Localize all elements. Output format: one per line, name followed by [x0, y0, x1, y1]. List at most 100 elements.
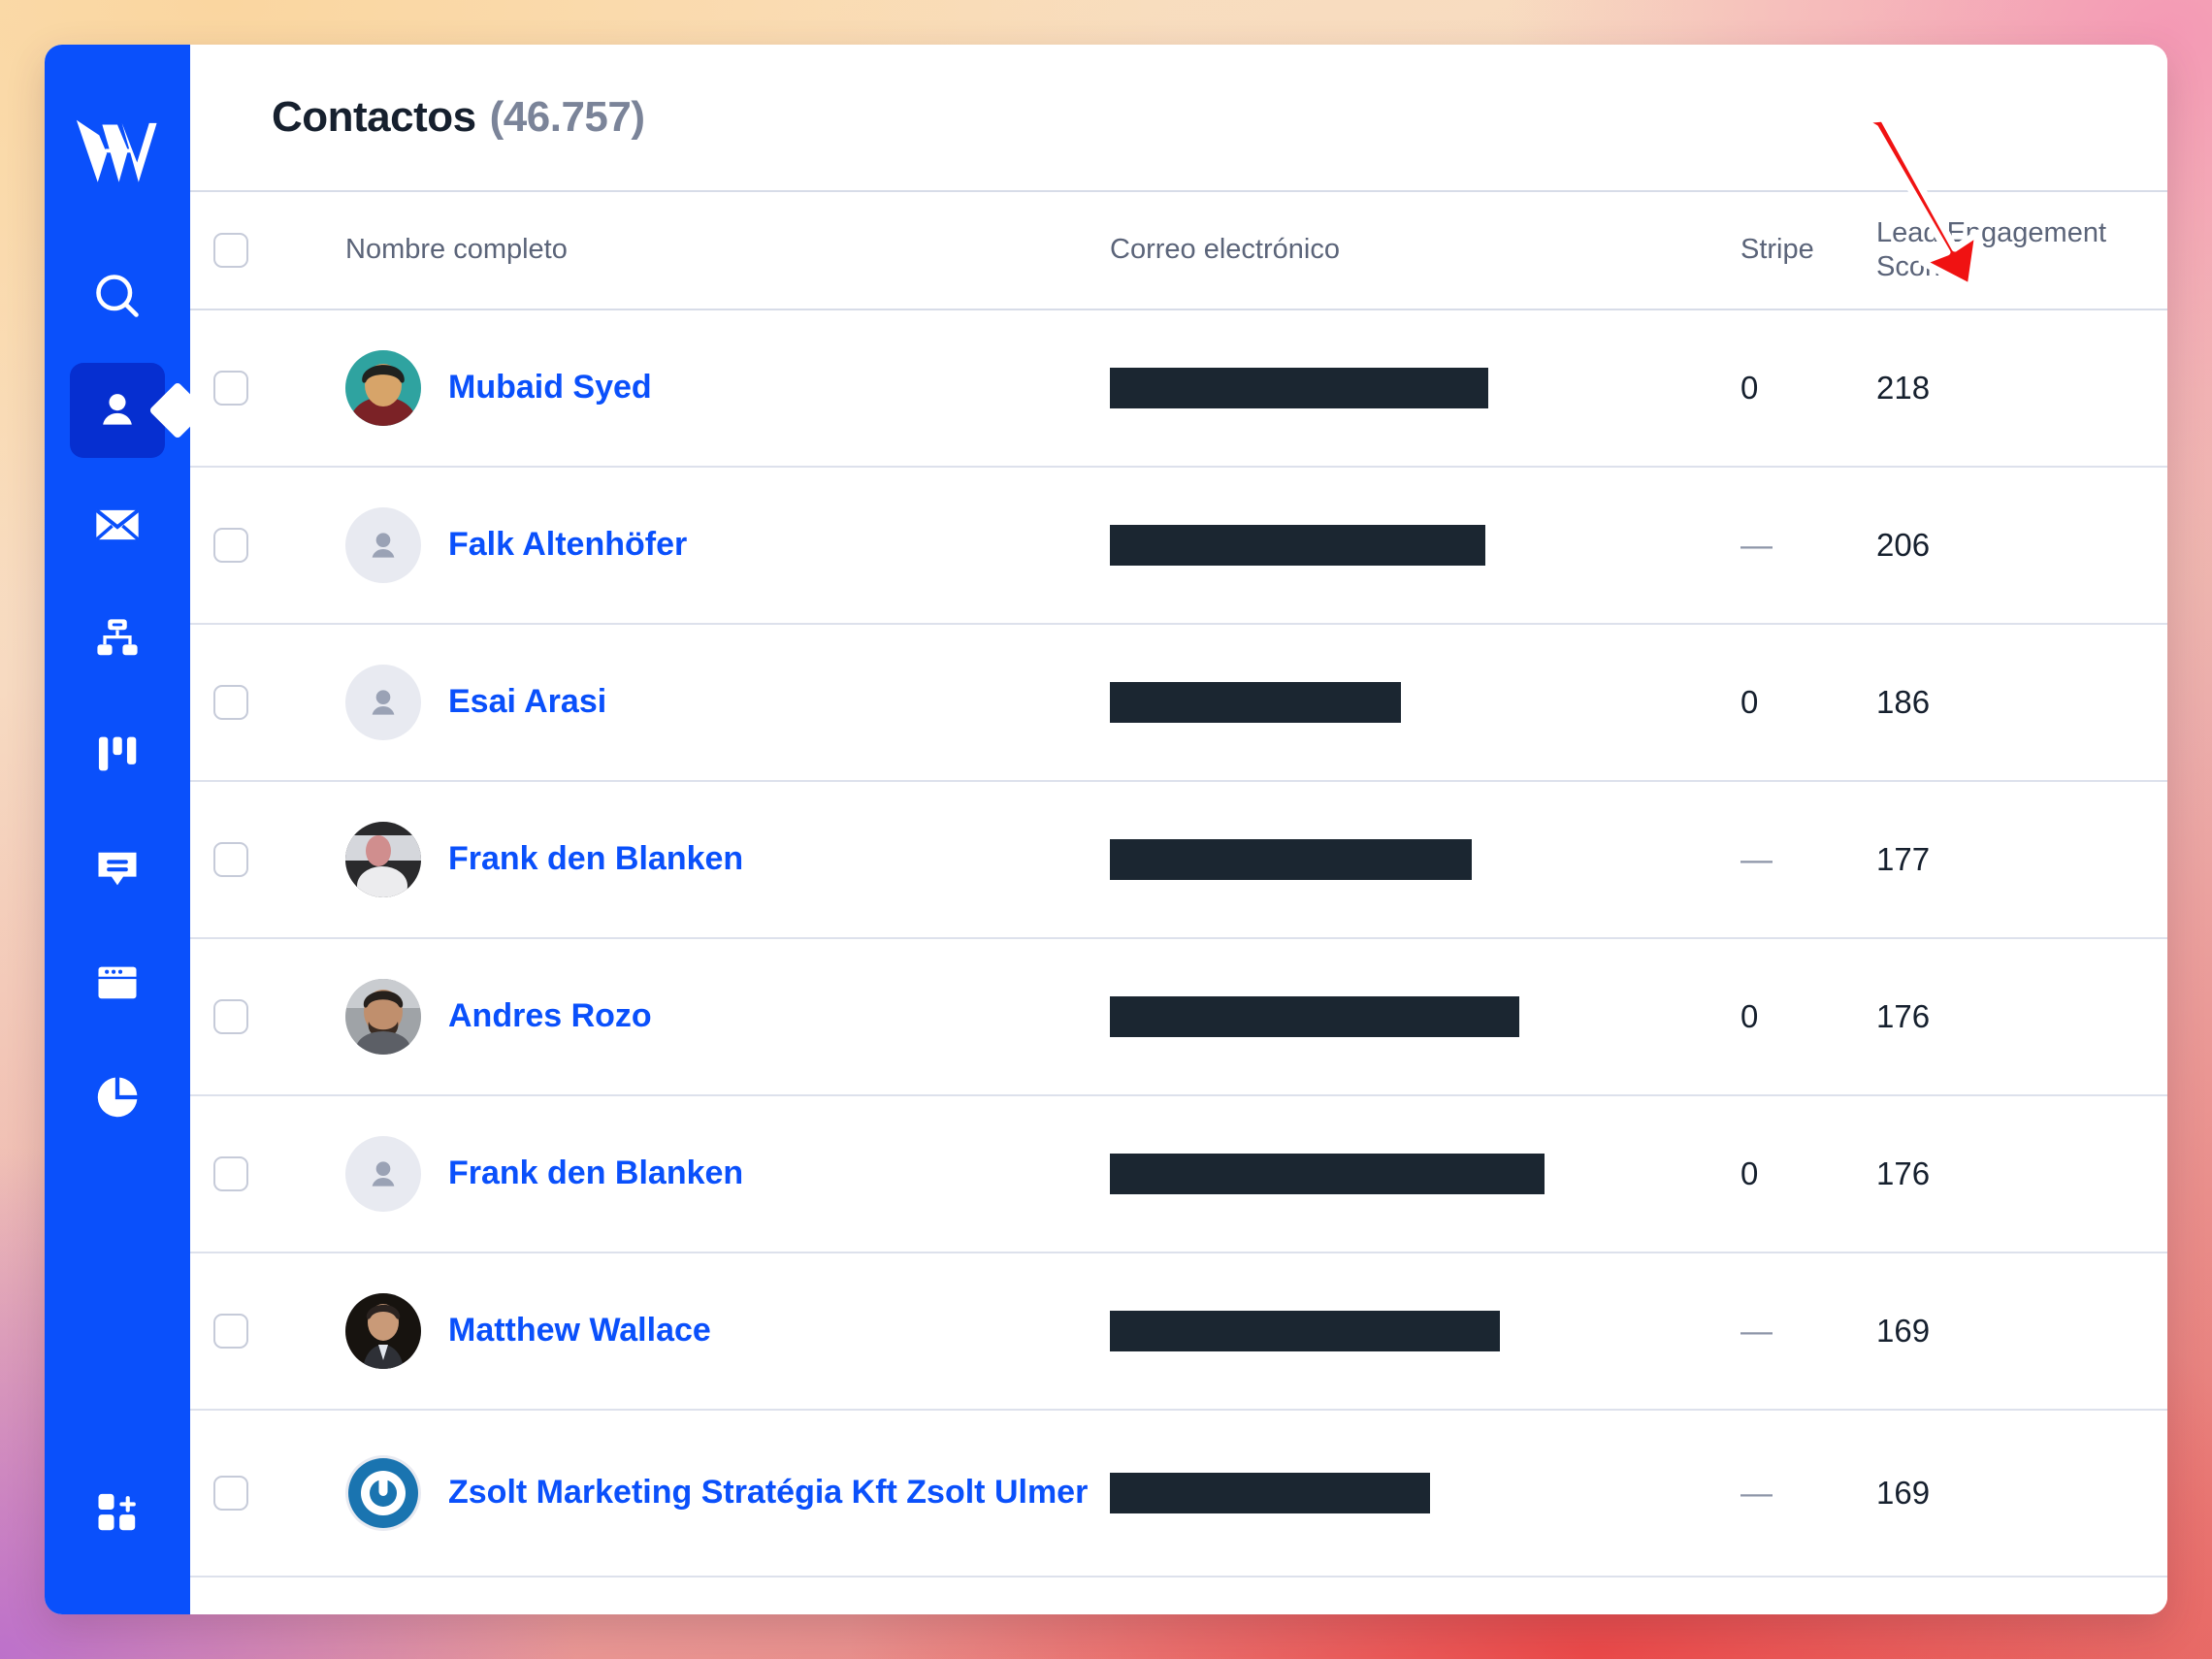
sidebar-item-messages[interactable]: [70, 821, 165, 916]
app-window: Contactos (46.757) Nombre completo Corre…: [45, 45, 2167, 1614]
sidebar-item-pages[interactable]: [70, 935, 165, 1030]
contact-name-link[interactable]: Esai Arasi: [448, 681, 622, 724]
sidebar-item-pipeline[interactable]: [70, 706, 165, 801]
stripe-cell: 0: [1740, 1155, 1876, 1192]
contact-name-cell: Falk Altenhöfer: [345, 507, 1110, 583]
sitemap-icon: [97, 619, 138, 656]
lead-score-value: 177: [1876, 841, 1931, 877]
stripe-cell: —: [1740, 1475, 1876, 1512]
lead-score-value: 169: [1876, 1313, 1931, 1349]
avatar: [345, 1136, 421, 1212]
lead-score-cell: 176: [1876, 1155, 2167, 1192]
table-row[interactable]: Falk Altenhöfer — 206: [190, 468, 2167, 625]
stripe-cell: 0: [1740, 370, 1876, 407]
contacts-count: (46.757): [489, 93, 645, 141]
column-header-stripe[interactable]: Stripe: [1740, 234, 1814, 265]
page-title: Contactos: [272, 93, 476, 141]
contact-name-cell: Esai Arasi: [345, 665, 1110, 740]
lead-score-value: 176: [1876, 998, 1931, 1034]
contact-name-link[interactable]: Andres Rozo: [448, 995, 667, 1038]
contact-name-cell: Zsolt Marketing Stratégia Kft Zsolt Ulme…: [345, 1455, 1110, 1531]
sidebar-item-mail[interactable]: [70, 477, 165, 572]
contact-name-cell: Matthew Wallace: [345, 1293, 1110, 1369]
lead-score-value: 218: [1876, 370, 1931, 406]
sidebar-item-reports[interactable]: [70, 1050, 165, 1145]
select-all-cell: [190, 233, 345, 268]
row-checkbox[interactable]: [213, 1156, 248, 1191]
lead-score-cell: 218: [1876, 370, 2167, 407]
table-row[interactable]: Frank den Blanken — 177: [190, 782, 2167, 939]
column-header-lead-engagement-scoring[interactable]: Lead Engagement Scoring: [1876, 216, 2119, 285]
table-row[interactable]: Mubaid Syed 0 218: [190, 310, 2167, 468]
avatar: [345, 1455, 421, 1531]
contact-name-link[interactable]: Falk Altenhöfer: [448, 524, 702, 567]
sidebar-item-contacts[interactable]: [70, 363, 165, 458]
contact-name-link[interactable]: Matthew Wallace: [448, 1310, 727, 1352]
row-select-cell: [190, 371, 345, 406]
stripe-value: 0: [1740, 370, 1759, 406]
avatar: [345, 979, 421, 1055]
envelope-icon: [95, 508, 140, 541]
avatar: [345, 665, 421, 740]
contact-name-link[interactable]: Mubaid Syed: [448, 367, 667, 409]
chat-icon: [98, 852, 137, 886]
row-checkbox[interactable]: [213, 371, 248, 406]
redacted-email: [1110, 1154, 1545, 1194]
sidebar-item-search[interactable]: [70, 248, 165, 343]
stripe-value: —: [1740, 1313, 1773, 1349]
column-header-email[interactable]: Correo electrónico: [1110, 234, 1340, 265]
email-cell: [1110, 1154, 1740, 1194]
redacted-email: [1110, 525, 1485, 566]
email-cell: [1110, 525, 1740, 566]
row-checkbox[interactable]: [213, 999, 248, 1034]
row-checkbox[interactable]: [213, 528, 248, 563]
avatar: [345, 350, 421, 426]
redacted-email: [1110, 996, 1519, 1037]
row-checkbox[interactable]: [213, 842, 248, 877]
table-row[interactable]: Andres Rozo 0 176: [190, 939, 2167, 1096]
redacted-email: [1110, 1311, 1500, 1351]
email-cell: [1110, 1311, 1740, 1351]
row-select-cell: [190, 685, 345, 720]
lead-score-cell: 206: [1876, 527, 2167, 564]
contact-name-cell: Frank den Blanken: [345, 822, 1110, 897]
table-row[interactable]: Matthew Wallace — 169: [190, 1253, 2167, 1411]
lead-score-value: 176: [1876, 1155, 1931, 1191]
stripe-cell: 0: [1740, 998, 1876, 1035]
email-cell: [1110, 1473, 1740, 1513]
sidebar: [45, 45, 190, 1614]
sidebar-item-add-apps[interactable]: [70, 1465, 165, 1560]
row-checkbox[interactable]: [213, 1314, 248, 1349]
stripe-value: 0: [1740, 998, 1759, 1034]
lead-score-cell: 176: [1876, 998, 2167, 1035]
select-all-checkbox[interactable]: [213, 233, 248, 268]
row-select-cell: [190, 842, 345, 877]
row-select-cell: [190, 1314, 345, 1349]
avatar: [345, 822, 421, 897]
woodpecker-w-logo[interactable]: [71, 113, 164, 188]
redacted-email: [1110, 839, 1472, 880]
stripe-cell: 0: [1740, 684, 1876, 721]
lead-score-value: 186: [1876, 684, 1931, 720]
table-header-row: Nombre completo Correo electrónico Strip…: [190, 192, 2167, 310]
contact-name-link[interactable]: Zsolt Marketing Stratégia Kft Zsolt Ulme…: [448, 1472, 1103, 1514]
stripe-cell: —: [1740, 527, 1876, 564]
table-row[interactable]: Frank den Blanken 0 176: [190, 1096, 2167, 1253]
table-row[interactable]: Esai Arasi 0 186: [190, 625, 2167, 782]
kanban-icon: [98, 736, 137, 771]
table-row[interactable]: Zsolt Marketing Stratégia Kft Zsolt Ulme…: [190, 1411, 2167, 1578]
lead-score-cell: 169: [1876, 1475, 2167, 1512]
pie-chart-icon: [97, 1077, 138, 1118]
row-checkbox[interactable]: [213, 1476, 248, 1511]
contacts-table: Nombre completo Correo electrónico Strip…: [190, 192, 2167, 1578]
redacted-email: [1110, 1473, 1430, 1513]
contact-name-link[interactable]: Frank den Blanken: [448, 1153, 759, 1195]
sidebar-item-workflows[interactable]: [70, 592, 165, 687]
stripe-value: —: [1740, 1475, 1773, 1511]
browser-icon: [98, 966, 137, 999]
stripe-cell: —: [1740, 1313, 1876, 1350]
row-checkbox[interactable]: [213, 685, 248, 720]
lead-score-cell: 177: [1876, 841, 2167, 878]
column-header-name[interactable]: Nombre completo: [345, 233, 568, 267]
contact-name-link[interactable]: Frank den Blanken: [448, 838, 759, 881]
